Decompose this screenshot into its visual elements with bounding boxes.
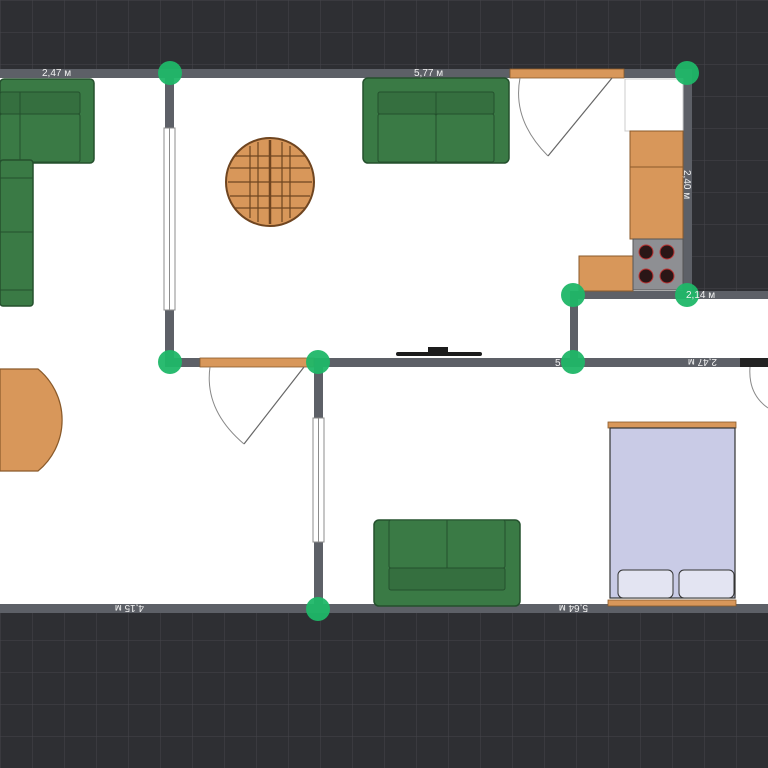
round-table[interactable] [225, 137, 315, 227]
wall-junction-node[interactable] [306, 597, 330, 621]
dimension-label: 2,40 м [681, 170, 692, 199]
stove-icon[interactable] [632, 238, 684, 291]
wall-kitchen-bottom[interactable] [570, 291, 768, 299]
dimension-label: 4,15 м [115, 602, 144, 613]
wall-junction-node[interactable] [675, 61, 699, 85]
dimension-label: 2,47 м [42, 68, 71, 79]
wall-junction-node[interactable] [158, 350, 182, 374]
dimension-label: 5,64 м [559, 602, 588, 613]
wall-junction-node[interactable] [306, 350, 330, 374]
wall-junction-node[interactable] [561, 350, 585, 374]
wall-junction-node[interactable] [158, 61, 182, 85]
dimension-label: 2,47 м [688, 356, 717, 367]
bed[interactable] [607, 421, 737, 607]
floor-plan-canvas[interactable]: 2,47 м 5,77 м 2,40 м 2,14 м 5 2,47 м 4,1… [0, 0, 768, 768]
window[interactable] [163, 127, 176, 311]
sofa-living-top[interactable] [362, 77, 510, 164]
floor-plan-svg[interactable]: 2,47 м 5,77 м 2,40 м 2,14 м 5 2,47 м 4,1… [0, 0, 768, 768]
window[interactable] [312, 417, 325, 543]
dimension-label: 5 [555, 358, 561, 369]
wall-junction-node[interactable] [561, 283, 585, 307]
sofa-bedroom[interactable] [373, 519, 521, 607]
dimension-label: 2,14 м [686, 290, 715, 301]
dimension-label: 5,77 м [414, 68, 443, 79]
